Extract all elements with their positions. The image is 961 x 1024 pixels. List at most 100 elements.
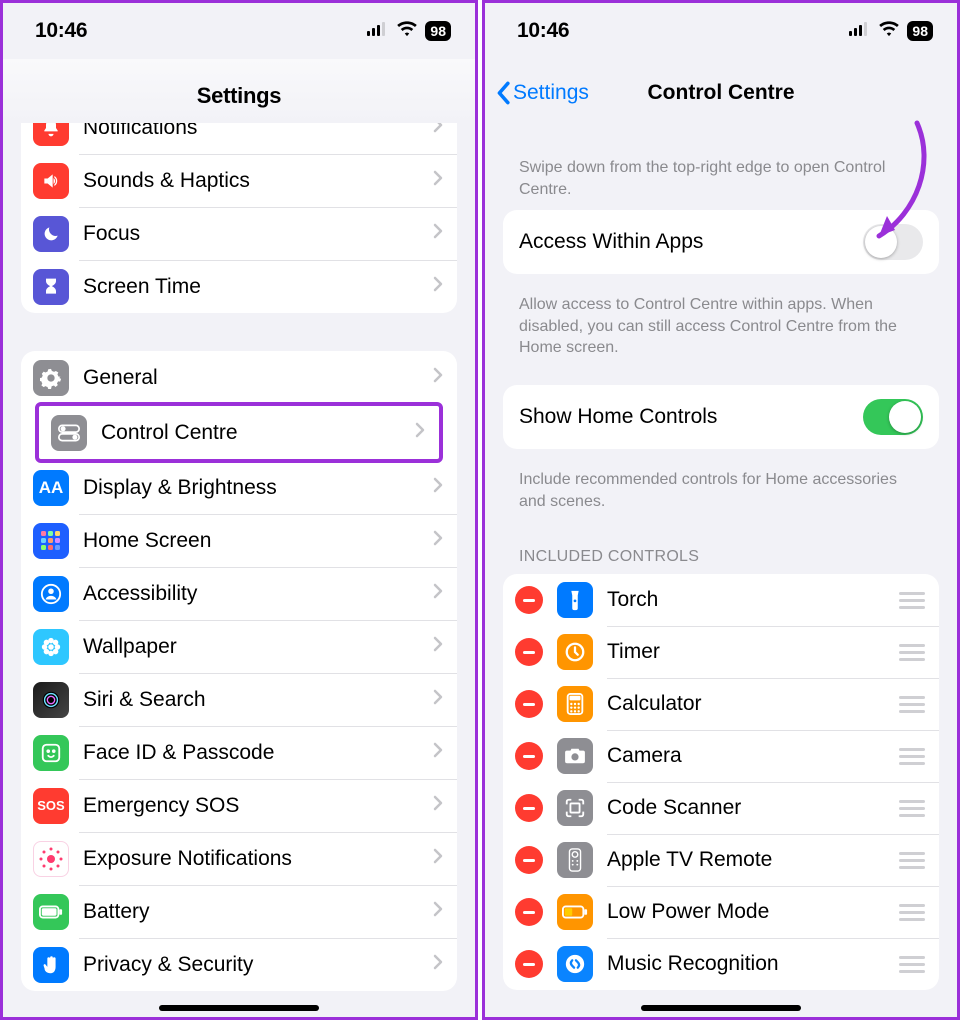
chevron-right-icon: [433, 170, 443, 191]
aa-icon: AA: [33, 470, 69, 506]
included-header: INCLUDED CONTROLS: [485, 522, 957, 574]
row-label: Exposure Notifications: [83, 847, 433, 871]
chevron-right-icon: [433, 530, 443, 551]
control-label: Music Recognition: [607, 952, 899, 976]
remove-button[interactable]: [515, 586, 543, 614]
chevron-right-icon: [433, 742, 443, 763]
drag-handle-icon[interactable]: [899, 696, 925, 713]
back-button[interactable]: Settings: [495, 81, 589, 105]
camera-icon: [557, 738, 593, 774]
intro-text: Swipe down from the top-right edge to op…: [485, 117, 957, 210]
control-row-timer[interactable]: Timer: [503, 626, 939, 678]
settings-row-exposure-notifications[interactable]: Exposure Notifications: [21, 832, 457, 885]
settings-row-display-brightness[interactable]: AA Display & Brightness: [21, 461, 457, 514]
speaker-icon: [33, 163, 69, 199]
control-row-music-recognition[interactable]: Music Recognition: [503, 938, 939, 990]
drag-handle-icon[interactable]: [899, 852, 925, 869]
shazam-icon: [557, 946, 593, 982]
remove-button[interactable]: [515, 794, 543, 822]
highlight-box: Control Centre: [35, 402, 443, 463]
remote-icon: [557, 842, 593, 878]
remove-button[interactable]: [515, 846, 543, 874]
gear-icon: [33, 360, 69, 396]
control-row-code-scanner[interactable]: Code Scanner: [503, 782, 939, 834]
control-label: Low Power Mode: [607, 900, 899, 924]
drag-handle-icon[interactable]: [899, 644, 925, 661]
access-desc: Allow access to Control Centre within ap…: [485, 282, 957, 369]
row-label: Battery: [83, 900, 433, 924]
access-toggle[interactable]: [863, 224, 923, 260]
bell-icon: [33, 123, 69, 146]
settings-row-general[interactable]: General: [21, 351, 457, 404]
timer-icon: [557, 634, 593, 670]
drag-handle-icon[interactable]: [899, 956, 925, 973]
control-centre-screen: 10:46 98 Settings Control Centre Swipe d…: [482, 0, 960, 1020]
drag-handle-icon[interactable]: [899, 904, 925, 921]
settings-row-battery[interactable]: Battery: [21, 885, 457, 938]
remove-button[interactable]: [515, 638, 543, 666]
settings-row-siri-search[interactable]: Siri & Search: [21, 673, 457, 726]
chevron-right-icon: [433, 954, 443, 975]
remove-button[interactable]: [515, 898, 543, 926]
chevron-right-icon: [433, 901, 443, 922]
control-row-camera[interactable]: Camera: [503, 730, 939, 782]
remove-button[interactable]: [515, 742, 543, 770]
calculator-icon: [557, 686, 593, 722]
drag-handle-icon[interactable]: [899, 800, 925, 817]
chevron-right-icon: [433, 276, 443, 297]
home-indicator: [159, 1005, 319, 1011]
settings-row-privacy-security[interactable]: Privacy & Security: [21, 938, 457, 991]
cellular-icon: [849, 22, 871, 41]
chevron-right-icon: [433, 795, 443, 816]
access-group: Access Within Apps: [503, 210, 939, 274]
settings-row-face-id-passcode[interactable]: Face ID & Passcode: [21, 726, 457, 779]
control-label: Camera: [607, 744, 899, 768]
row-label: Notifications: [83, 123, 433, 140]
page-title: Settings: [3, 83, 475, 109]
person-icon: [33, 576, 69, 612]
row-label: Home Screen: [83, 529, 433, 553]
chevron-right-icon: [433, 636, 443, 657]
control-row-calculator[interactable]: Calculator: [503, 678, 939, 730]
nav-header: Settings Control Centre: [485, 59, 957, 117]
settings-row-accessibility[interactable]: Accessibility: [21, 567, 457, 620]
control-row-torch[interactable]: Torch: [503, 574, 939, 626]
access-within-apps-row[interactable]: Access Within Apps: [503, 210, 939, 274]
settings-row-home-screen[interactable]: Home Screen: [21, 514, 457, 567]
settings-row-emergency-sos[interactable]: SOS Emergency SOS: [21, 779, 457, 832]
settings-row-control-centre[interactable]: Control Centre: [39, 406, 439, 459]
row-label: Privacy & Security: [83, 953, 433, 977]
settings-group-2: General Control Centre AA Display & Brig…: [21, 351, 457, 991]
drag-handle-icon[interactable]: [899, 748, 925, 765]
nav-header: Settings: [3, 59, 475, 123]
remove-button[interactable]: [515, 950, 543, 978]
status-time: 10:46: [35, 19, 87, 43]
status-time: 10:46: [517, 19, 569, 43]
control-row-apple-tv-remote[interactable]: Apple TV Remote: [503, 834, 939, 886]
control-label: Apple TV Remote: [607, 848, 899, 872]
back-label: Settings: [513, 81, 589, 105]
settings-row-notifications[interactable]: Notifications: [21, 123, 457, 154]
torch-icon: [557, 582, 593, 618]
row-label: Control Centre: [101, 421, 415, 445]
row-label: Focus: [83, 222, 433, 246]
siri-icon: [33, 682, 69, 718]
hand-icon: [33, 947, 69, 983]
row-label: Sounds & Haptics: [83, 169, 433, 193]
home-toggle[interactable]: [863, 399, 923, 435]
settings-row-focus[interactable]: Focus: [21, 207, 457, 260]
settings-row-wallpaper[interactable]: Wallpaper: [21, 620, 457, 673]
moon-icon: [33, 216, 69, 252]
chevron-right-icon: [433, 123, 443, 138]
drag-handle-icon[interactable]: [899, 592, 925, 609]
control-label: Torch: [607, 588, 899, 612]
control-label: Calculator: [607, 692, 899, 716]
show-home-controls-row[interactable]: Show Home Controls: [503, 385, 939, 449]
settings-row-sounds-haptics[interactable]: Sounds & Haptics: [21, 154, 457, 207]
settings-row-screen-time[interactable]: Screen Time: [21, 260, 457, 313]
home-label: Show Home Controls: [519, 405, 863, 429]
chevron-right-icon: [433, 477, 443, 498]
remove-button[interactable]: [515, 690, 543, 718]
control-row-low-power-mode[interactable]: Low Power Mode: [503, 886, 939, 938]
home-indicator: [641, 1005, 801, 1011]
